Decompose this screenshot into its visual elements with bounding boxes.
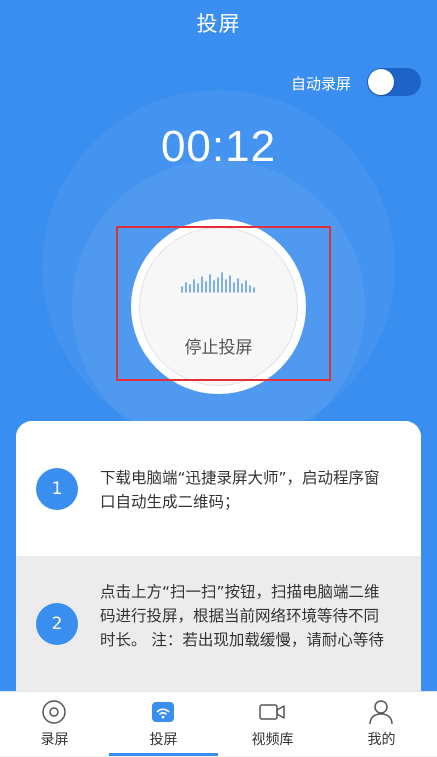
toggle-knob [368, 69, 394, 95]
auto-record-toggle[interactable] [367, 68, 421, 96]
auto-record-label: 自动录屏 [291, 75, 352, 93]
record-icon [42, 700, 66, 724]
step-number: 2 [36, 603, 78, 645]
list-item: 1 下载电脑端“迅捷录屏大师”，启动程序窗口自动生成二维码； [16, 421, 421, 556]
cast-timer: 00:12 [160, 122, 277, 171]
tab-video-library[interactable]: 视频库 [218, 692, 327, 757]
tab-label: 我的 [367, 732, 396, 748]
tab-label: 视频库 [251, 732, 294, 748]
user-icon [369, 700, 393, 725]
step-text: 下载电脑端“迅捷录屏大师”，启动程序窗口自动生成二维码； [100, 469, 380, 511]
step-text: 点击上方“扫一扫”按钮，扫描电脑端二维码进行投屏，根据当前网络环境等待不同时长。… [100, 583, 384, 649]
page-title: 投屏 [196, 12, 241, 36]
highlight-box [116, 226, 331, 381]
tab-label: 录屏 [40, 732, 69, 748]
step-number: 1 [36, 468, 78, 510]
tab-cast[interactable]: 投屏 [109, 692, 218, 757]
list-item: 2 点击上方“扫一扫”按钮，扫描电脑端二维码进行投屏，根据当前网络环境等待不同时… [16, 556, 421, 700]
tab-record[interactable]: 录屏 [0, 692, 109, 757]
cast-icon [152, 702, 174, 722]
bottom-tab-bar: 录屏 投屏 视频库 我的 [0, 691, 437, 756]
tab-label: 投屏 [149, 732, 178, 748]
instructions-card: 1 下载电脑端“迅捷录屏大师”，启动程序窗口自动生成二维码； 2 点击上方“扫一… [16, 421, 421, 700]
tab-profile[interactable]: 我的 [327, 692, 436, 757]
video-icon [259, 704, 285, 720]
